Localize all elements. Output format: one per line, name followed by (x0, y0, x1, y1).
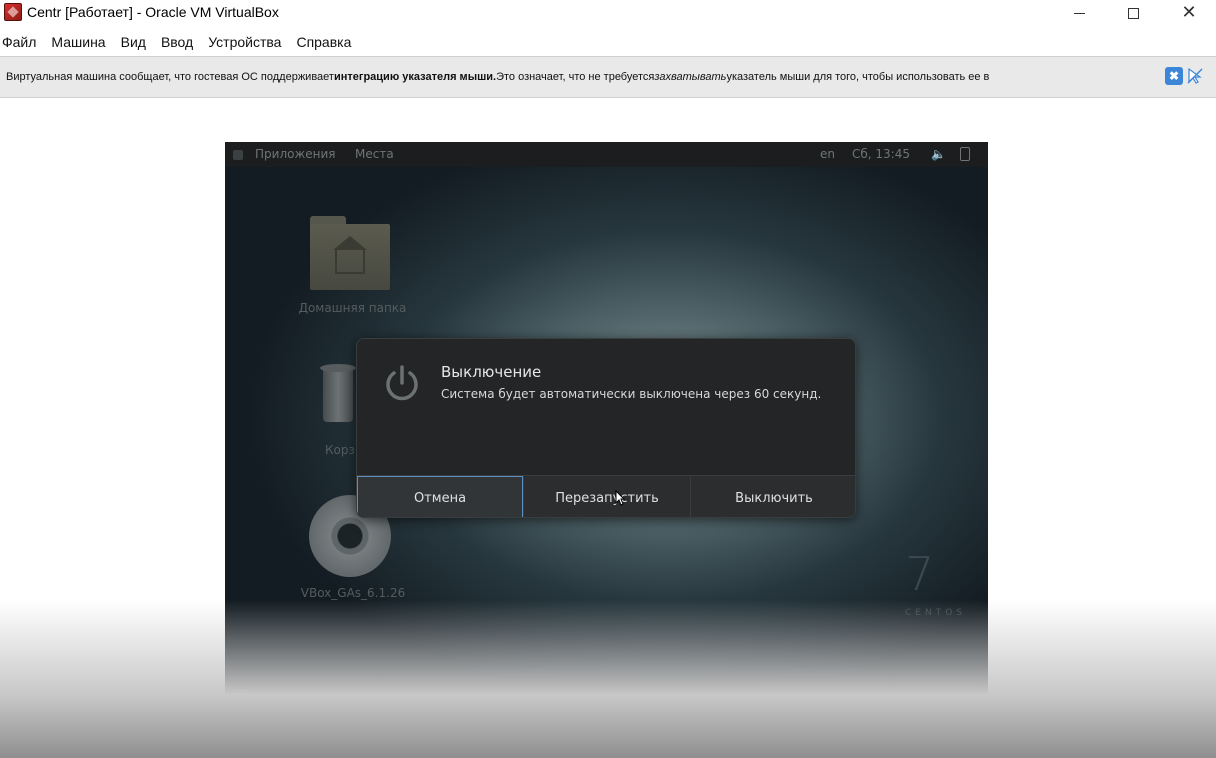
close-button[interactable]: ✕ (1166, 0, 1212, 26)
menu-devices[interactable]: Устройства (208, 34, 281, 50)
title-bar: Centr [Работает] - Oracle VM VirtualBox … (0, 0, 1216, 26)
home-folder-label[interactable]: Домашняя папка (295, 301, 410, 315)
guest-top-panel: Приложения Места en Сб, 13:45 🔈 (225, 142, 988, 167)
centos-wordmark: CENTOS (905, 608, 966, 618)
maximize-button[interactable] (1110, 0, 1156, 26)
menu-input[interactable]: Ввод (161, 34, 193, 50)
virtualbox-app-icon (4, 3, 22, 21)
notice-close-icon[interactable]: ✖ (1165, 67, 1183, 85)
notice-text-2: Это означает, что не требуется (496, 71, 655, 83)
menu-file[interactable]: Файл (2, 34, 36, 50)
window-title: Centr [Работает] - Oracle VM VirtualBox (27, 4, 279, 20)
notice-close-glyph: ✖ (1168, 69, 1180, 83)
restart-button[interactable]: Перезапустить (524, 476, 691, 517)
power-icon (386, 365, 418, 401)
applications-menu[interactable]: Приложения (255, 147, 336, 161)
maximize-icon (1127, 7, 1139, 19)
cancel-button[interactable]: Отмена (357, 476, 524, 517)
clock[interactable]: Сб, 13:45 (852, 147, 910, 161)
minimize-button[interactable] (1056, 0, 1102, 26)
menu-view[interactable]: Вид (121, 34, 146, 50)
show-desktop-icon[interactable] (235, 690, 247, 702)
shutdown-dialog: Выключение Система будет автоматически в… (356, 338, 856, 518)
disc-label[interactable]: VBox_GAs_6.1.26 (283, 586, 423, 600)
language-indicator[interactable]: en (820, 147, 835, 161)
guest-display[interactable]: Приложения Места en Сб, 13:45 🔈 Домашняя… (225, 142, 988, 714)
workspace-2[interactable] (815, 684, 869, 708)
dialog-title: Выключение (441, 363, 542, 381)
minimize-icon (1073, 12, 1085, 14)
trash-lid-shape (320, 364, 356, 372)
places-menu[interactable]: Места (355, 147, 394, 161)
mouse-cursor-icon (615, 490, 625, 506)
trash-can-shape (323, 370, 353, 422)
dialog-button-row: Отмена Перезапустить Выключить (357, 475, 855, 517)
menu-machine[interactable]: Машина (51, 34, 105, 50)
volume-icon[interactable]: 🔈 (931, 147, 946, 161)
close-icon: ✕ (1181, 2, 1197, 23)
notice-icons: ✖ (1165, 67, 1204, 85)
notice-text-italic: захватывать (654, 71, 727, 83)
trash-icon[interactable] (320, 364, 356, 424)
notice-text-bold: интеграцию указателя мыши. (333, 71, 497, 83)
notice-text-1: Виртуальная машина сообщает, что гостева… (6, 71, 334, 83)
battery-icon[interactable] (960, 147, 970, 161)
power-off-button[interactable]: Выключить (691, 476, 855, 517)
centos-version-mark: 7 (905, 547, 935, 601)
activities-icon[interactable] (233, 150, 243, 160)
menu-help[interactable]: Справка (296, 34, 351, 50)
mouse-pointer-icon[interactable] (1186, 67, 1204, 85)
menu-bar: Файл Машина Вид Ввод Устройства Справка (0, 30, 1216, 54)
workspace-4[interactable] (925, 684, 979, 708)
notice-text-3: указатель мыши для того, чтобы использов… (726, 71, 990, 83)
workspace-1[interactable] (760, 684, 814, 708)
guest-bottom-panel (225, 678, 988, 714)
home-folder-icon[interactable] (310, 212, 390, 292)
workspace-3[interactable] (870, 684, 924, 708)
dialog-message: Система будет автоматически выключена че… (441, 387, 822, 401)
mouse-integration-notice: Виртуальная машина сообщает, что гостева… (0, 56, 1216, 98)
house-icon (333, 236, 367, 274)
